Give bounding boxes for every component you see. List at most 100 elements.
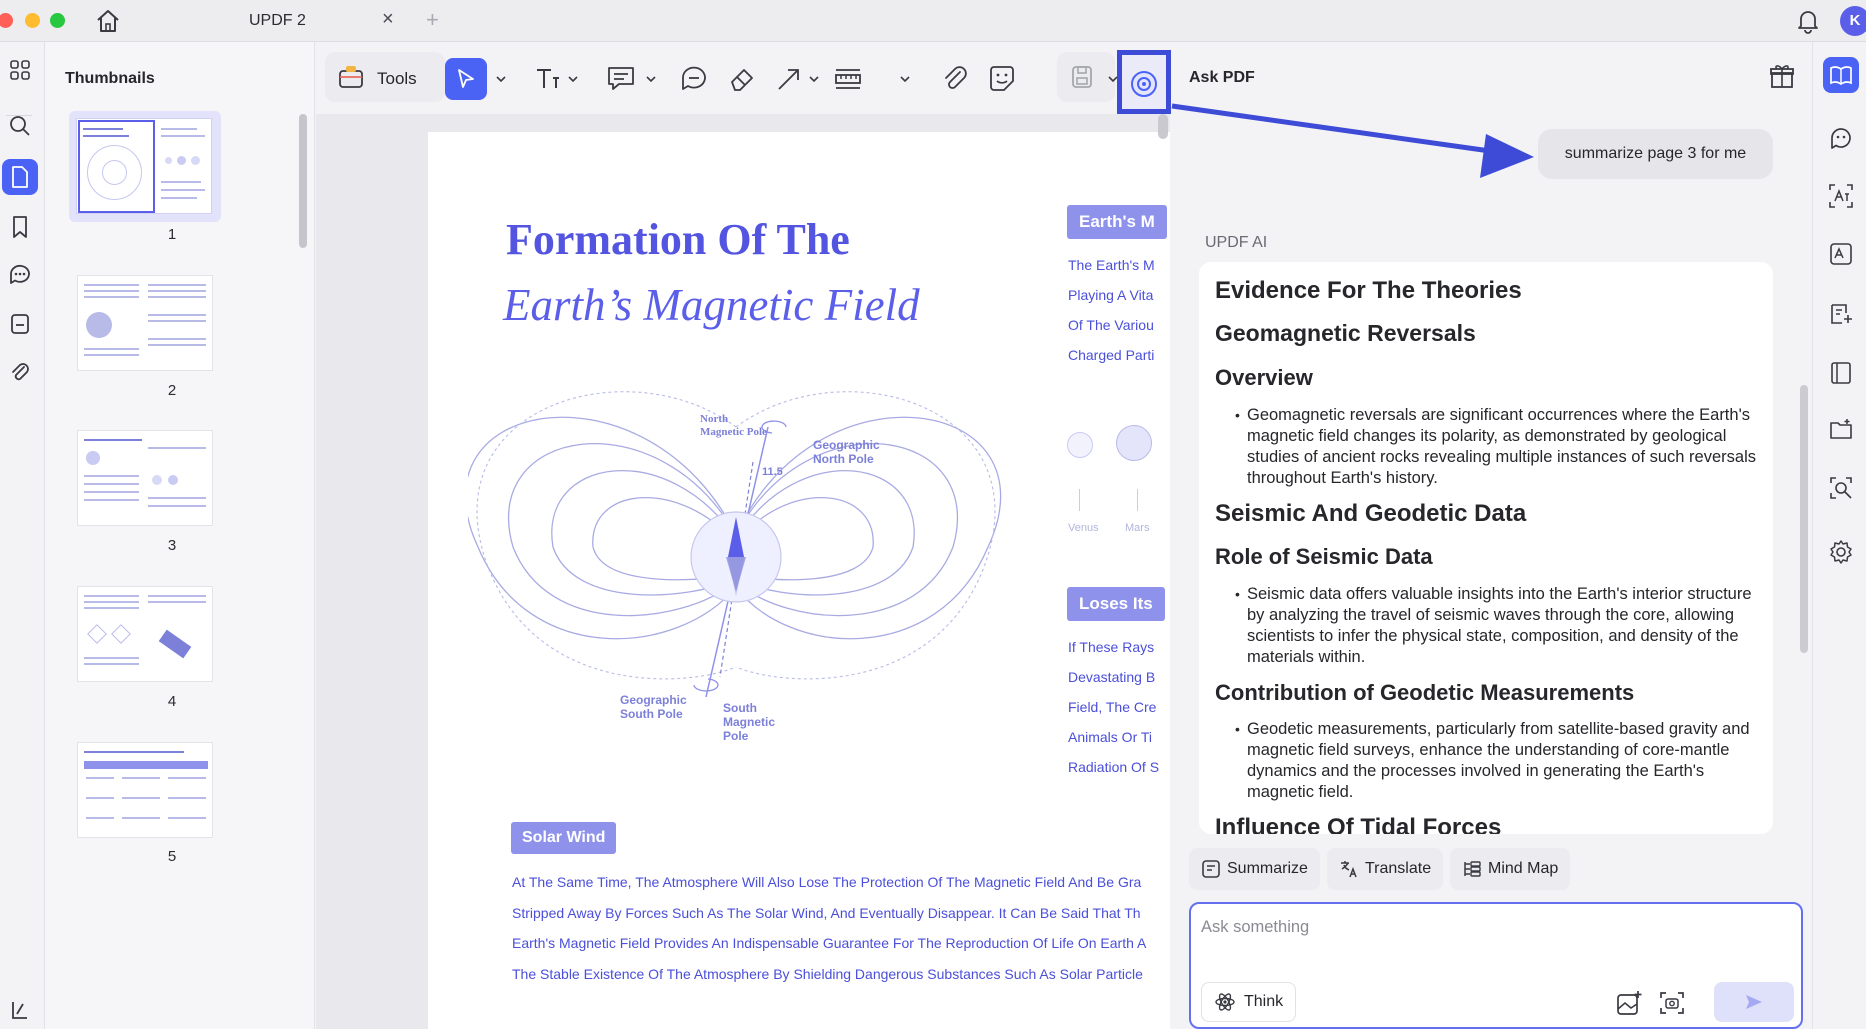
magnetic-field-diagram: North Magnetic Pole Geographic North Pol… — [468, 391, 1002, 743]
comment-icon[interactable] — [606, 64, 636, 94]
thumbnail-page-4[interactable] — [77, 586, 213, 682]
zoom-window-button[interactable] — [50, 13, 65, 28]
mind-map-chip[interactable]: Mind Map — [1450, 848, 1571, 890]
body-text-line: At The Same Time, The Atmosphere Will Al… — [512, 874, 1142, 890]
ocr-scan-icon[interactable] — [1823, 236, 1859, 272]
body-text-line: Earth's Magnetic Field Provides An Indis… — [512, 935, 1147, 951]
side-text-line: Playing A Vita — [1068, 287, 1154, 303]
planet-marker — [1079, 489, 1080, 511]
settings-gear-icon[interactable] — [1823, 534, 1859, 570]
attachment-list-icon[interactable] — [2, 354, 38, 390]
home-icon[interactable] — [94, 7, 122, 35]
screenshot-icon[interactable] — [1658, 989, 1686, 1017]
chevron-down-icon[interactable] — [646, 76, 656, 82]
text-icon[interactable] — [533, 64, 563, 94]
ask-input-box: Think — [1189, 902, 1803, 1029]
think-button[interactable]: Think — [1201, 982, 1297, 1022]
right-icon-rail — [1812, 42, 1866, 1029]
label-tilt-angle: 11.5 — [762, 466, 783, 478]
thumbnail-number: 1 — [167, 226, 177, 243]
thumbnail-page-2[interactable] — [77, 275, 213, 371]
label-south-magnetic: Pole — [723, 729, 749, 743]
gift-icon[interactable] — [1768, 62, 1796, 90]
comments-list-icon[interactable] — [2, 257, 38, 293]
select-tool-button[interactable] — [445, 58, 487, 100]
tab-close-icon[interactable]: × — [382, 8, 394, 31]
grid-view-icon[interactable] — [2, 52, 38, 88]
save-icon — [1072, 66, 1092, 88]
new-tab-button[interactable]: + — [426, 7, 439, 33]
thumbnails-icon[interactable] — [2, 159, 38, 195]
search-icon[interactable] — [2, 108, 38, 144]
chevron-down-icon[interactable] — [809, 76, 819, 82]
close-window-button[interactable] — [0, 13, 13, 28]
tab-document[interactable]: UPDF 2 × — [146, 0, 420, 42]
side-text-line: Animals Or Ti — [1068, 729, 1153, 745]
bullet-dot: • — [1235, 407, 1240, 423]
ai-panel-scrollbar[interactable] — [1800, 385, 1808, 653]
ruler-icon[interactable] — [833, 64, 863, 94]
ai-book-icon — [1830, 66, 1852, 86]
image-upload-icon[interactable] — [1615, 989, 1643, 1017]
pdf-page: Formation Of The Earth’s Magnetic Field … — [428, 132, 1170, 1029]
ai-chat-bot-icon[interactable] — [1823, 120, 1859, 156]
layers-icon[interactable] — [2, 992, 38, 1028]
avatar[interactable]: K — [1840, 6, 1866, 36]
bookmark-icon[interactable] — [2, 209, 38, 245]
organize-folder-icon[interactable] — [1823, 412, 1859, 448]
eraser-icon[interactable] — [727, 64, 757, 94]
translate-chip[interactable]: Translate — [1327, 848, 1444, 890]
planet-marker — [1137, 489, 1138, 511]
planet-label: Venus — [1068, 522, 1099, 534]
document-title-line-2: Earth’s Magnetic Field — [503, 280, 920, 330]
thumbnails-panel: Thumbnails 1 2 3 4 5 — [45, 42, 315, 1029]
form-tools-icon[interactable] — [1823, 296, 1859, 332]
response-bullet: Geomagnetic reversals are significant oc… — [1247, 406, 1756, 487]
ask-input[interactable] — [1201, 912, 1781, 942]
attachment-icon[interactable] — [940, 64, 970, 94]
chat-bubble-icon[interactable] — [679, 64, 709, 94]
send-icon — [1746, 995, 1762, 1009]
section-badge: Loses Its — [1067, 587, 1165, 621]
bell-icon[interactable] — [1795, 7, 1821, 35]
side-text-line: If These Rays — [1068, 639, 1155, 655]
ocr-text-icon[interactable] — [1823, 178, 1859, 214]
send-button[interactable] — [1714, 982, 1794, 1022]
side-text-line: Devastating B — [1068, 669, 1156, 685]
thumbnail-page-5[interactable] — [77, 742, 213, 838]
document-viewer[interactable]: Formation Of The Earth’s Magnetic Field … — [316, 114, 1170, 1029]
chevron-down-icon[interactable] — [496, 76, 506, 82]
label-north-magnetic: Magnetic Pole — [700, 426, 767, 438]
select-cursor-icon — [458, 69, 474, 88]
thumbnails-scrollbar[interactable] — [299, 114, 307, 248]
sticker-icon[interactable] — [987, 64, 1017, 94]
label-north-magnetic: North — [700, 413, 728, 425]
thumbnail-page-1[interactable] — [69, 111, 221, 222]
title-bar: UPDF 2 × + K — [0, 0, 1866, 42]
ask-pdf-button[interactable] — [1117, 50, 1171, 114]
summarize-label: Summarize — [1227, 860, 1308, 877]
reading-mode-icon[interactable] — [1823, 355, 1859, 391]
ai-assistant-tab[interactable] — [1823, 57, 1859, 93]
document-scrollbar[interactable] — [1158, 114, 1168, 139]
scan-search-icon[interactable] — [1823, 470, 1859, 506]
mind-map-label: Mind Map — [1488, 860, 1559, 877]
thumbnail-page-3[interactable] — [77, 430, 213, 526]
response-subheading: Contribution of Geodetic Measurements — [1215, 680, 1635, 705]
body-text-line: The Stable Existence Of The Atmosphere B… — [512, 966, 1143, 982]
document-title-line-1: Formation Of The — [506, 215, 850, 264]
thumbnails-title: Thumbnails — [65, 70, 155, 87]
response-subheading: Role of Seismic Data — [1215, 544, 1433, 569]
arrow-line-icon[interactable] — [774, 64, 804, 94]
ask-pdf-label: Ask PDF — [1189, 69, 1255, 86]
minimize-window-button[interactable] — [25, 13, 40, 28]
thumbnail-number: 4 — [167, 693, 177, 710]
section-badge: Earth's M — [1067, 205, 1167, 239]
save-button[interactable] — [1057, 52, 1115, 102]
chevron-down-icon[interactable] — [568, 76, 578, 82]
chevron-down-icon[interactable] — [900, 76, 910, 82]
summarize-chip[interactable]: Summarize — [1189, 848, 1320, 890]
response-heading: Geomagnetic Reversals — [1215, 320, 1476, 346]
response-heading: Influence Of Tidal Forces — [1215, 814, 1502, 834]
stamp-icon[interactable] — [2, 306, 38, 342]
